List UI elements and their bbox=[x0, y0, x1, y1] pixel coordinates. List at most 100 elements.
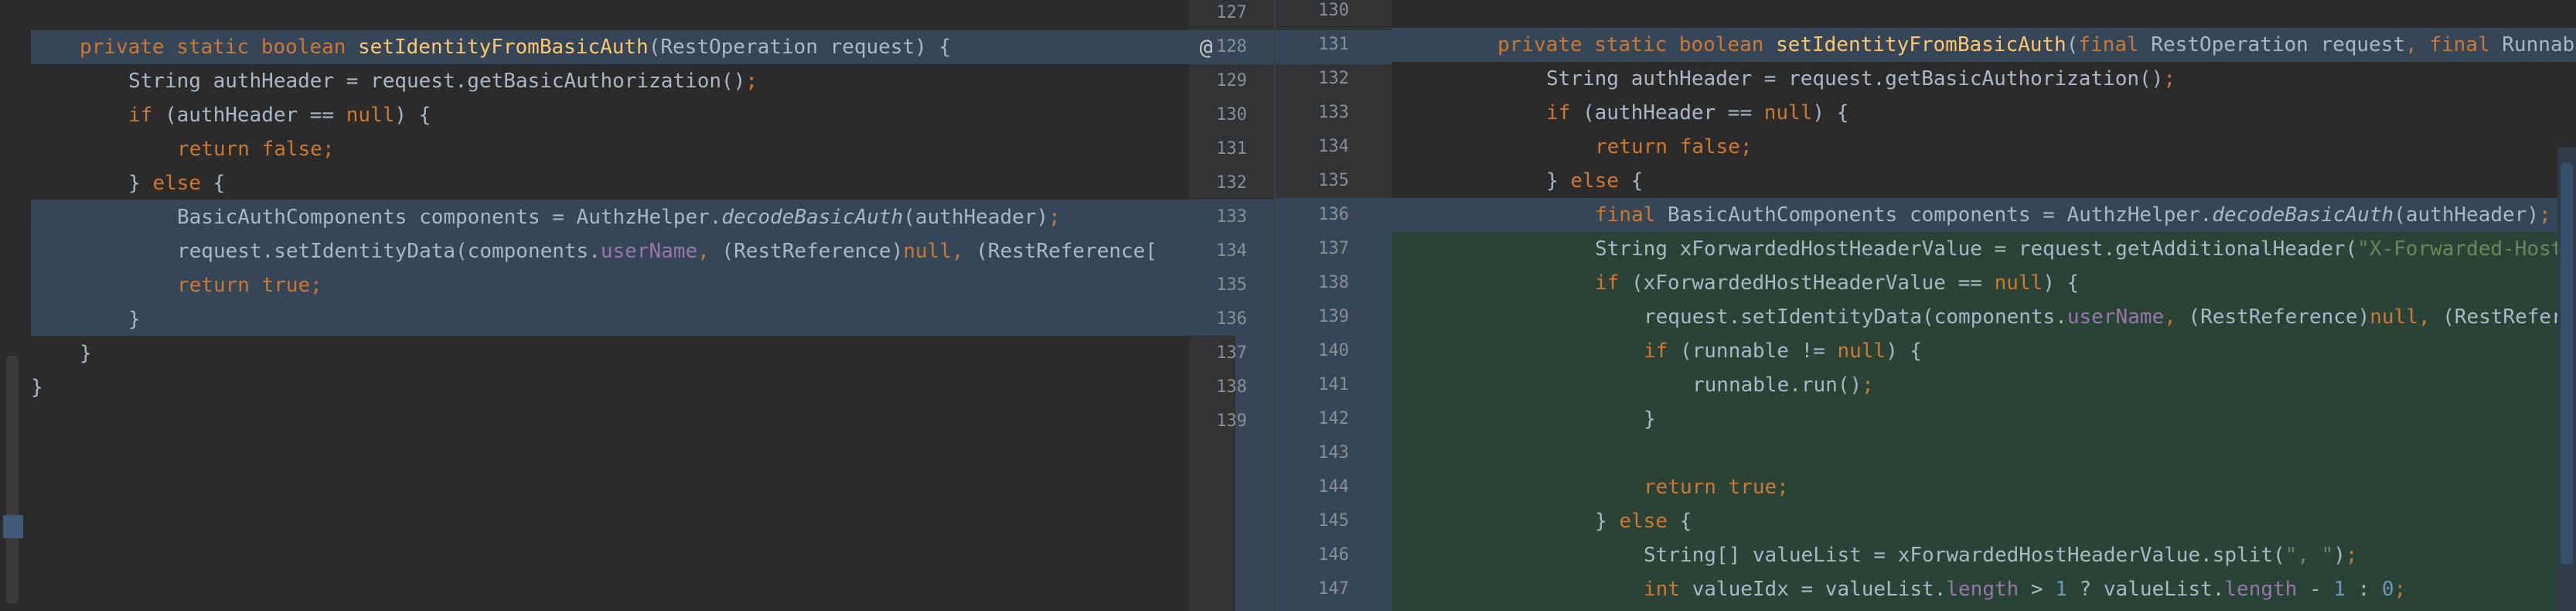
left-code-line[interactable]: private static boolean setIdentityFromBa… bbox=[0, 30, 1189, 64]
left-code-line[interactable]: } bbox=[0, 302, 1189, 336]
right-code-line[interactable]: int valueIdx = valueList.length > 1 ? va… bbox=[1392, 572, 2576, 606]
code-token: length bbox=[1946, 578, 2019, 601]
left-code-line[interactable]: BasicAuthComponents components = AuthzHe… bbox=[0, 200, 1189, 234]
code-token: ) { bbox=[1886, 340, 1923, 363]
code-token: if bbox=[128, 104, 165, 127]
code-text: private static boolean setIdentityFromBa… bbox=[31, 30, 951, 64]
code-text: request.setIdentityData(components.userN… bbox=[1449, 300, 2576, 334]
code-token: null bbox=[1763, 101, 1813, 125]
right-code-line[interactable]: String authHeader = request.getBasicAuth… bbox=[1392, 62, 2576, 96]
code-token: else bbox=[1619, 510, 1680, 533]
left-code-line[interactable]: if (authHeader == null) { bbox=[0, 98, 1189, 132]
right-code-line[interactable]: return false; bbox=[1392, 130, 2576, 164]
right-editor-pane[interactable]: private static boolean setIdentityFromBa… bbox=[1392, 0, 2576, 611]
right-code-line[interactable] bbox=[1392, 436, 2576, 470]
code-token: return false; bbox=[1595, 135, 1753, 159]
code-token: null bbox=[346, 104, 395, 127]
code-token: (RestOperation request) { bbox=[648, 36, 952, 59]
line-number: 136 bbox=[1216, 309, 1247, 329]
code-text: runnable.run(); bbox=[1449, 368, 1874, 402]
code-token: userName bbox=[2067, 306, 2165, 329]
code-token: } bbox=[80, 342, 92, 365]
line-number: 134 bbox=[1318, 137, 1349, 156]
code-token: int bbox=[1644, 578, 1692, 601]
right-code-line[interactable]: } else { bbox=[1392, 164, 2576, 198]
line-number: 137 bbox=[1318, 239, 1349, 258]
code-token: String[] valueList = xForwardedHostHeade… bbox=[1644, 544, 2285, 567]
code-token: return false; bbox=[177, 138, 335, 161]
right-code-line[interactable]: if (authHeader == null) { bbox=[1392, 96, 2576, 130]
line-number: 130 bbox=[1318, 1, 1349, 20]
right-code-line[interactable]: } else { bbox=[1392, 504, 2576, 538]
left-code-line[interactable]: return false; bbox=[0, 132, 1189, 166]
right-line-numbers: 130 131 132 133 134 135 136 137 138 139 140 141 142 1… bbox=[1276, 0, 1392, 611]
code-token: null bbox=[1837, 340, 1886, 363]
code-token: , final bbox=[2405, 33, 2503, 56]
line-number: 143 bbox=[1318, 443, 1349, 463]
right-scroll-thumb[interactable] bbox=[2561, 162, 2573, 565]
left-code-line[interactable]: request.setIdentityData(components.userN… bbox=[0, 234, 1189, 268]
line-number: 140 bbox=[1318, 341, 1349, 360]
left-code-line[interactable]: } bbox=[0, 370, 1189, 404]
code-token: (runnable != bbox=[1679, 340, 1838, 363]
line-number: 136 bbox=[1318, 205, 1349, 224]
code-token: null, bbox=[2370, 306, 2443, 329]
code-token: ? valueList. bbox=[2067, 578, 2225, 601]
right-code-line[interactable]: runnable.run(); bbox=[1392, 368, 2576, 402]
line-number: 137 bbox=[1216, 343, 1247, 363]
code-token: ) { bbox=[1812, 101, 1849, 125]
code-text: } bbox=[1449, 402, 1656, 436]
left-editor-pane[interactable]: private static boolean setIdentityFromBa… bbox=[0, 0, 1189, 611]
right-code-line[interactable]: final BasicAuthComponents components = A… bbox=[1392, 198, 2576, 232]
right-code-line[interactable]: String[] valueList = xForwardedHostHeade… bbox=[1392, 538, 2576, 572]
code-token: 1 bbox=[2333, 578, 2346, 601]
code-token: (authHeader) bbox=[903, 206, 1049, 229]
line-number: 135 bbox=[1216, 275, 1247, 295]
line-number: 129 bbox=[1216, 71, 1247, 90]
right-code-line[interactable]: } bbox=[1392, 402, 2576, 436]
line-number: 130 bbox=[1216, 105, 1247, 125]
code-text: if (authHeader == null) { bbox=[31, 98, 431, 132]
left-code-line[interactable]: } else { bbox=[0, 166, 1189, 200]
left-code-line[interactable]: return true; bbox=[0, 268, 1189, 302]
code-text: } bbox=[31, 370, 43, 404]
code-text: return false; bbox=[1449, 130, 1753, 164]
code-token: final bbox=[2078, 33, 2152, 56]
code-text: int valueIdx = valueList.length > 1 ? va… bbox=[1449, 572, 2406, 606]
line-number: 132 bbox=[1216, 173, 1247, 193]
code-text: if (authHeader == null) { bbox=[1449, 96, 1849, 130]
code-token: (RestReference[ bbox=[976, 240, 1157, 263]
right-code-line[interactable]: String xForwardedHostHeaderValue = reque… bbox=[1392, 232, 2576, 266]
line-number: 127 bbox=[1216, 3, 1247, 22]
code-token: } bbox=[1546, 169, 1571, 193]
line-number: 131 bbox=[1318, 35, 1349, 54]
code-token: ; bbox=[2394, 578, 2407, 601]
code-text: String[] valueList = xForwardedHostHeade… bbox=[1449, 538, 2358, 572]
line-number: 133 bbox=[1318, 103, 1349, 122]
code-text: return false; bbox=[31, 132, 335, 166]
code-token: } bbox=[1595, 510, 1620, 533]
right-code-line[interactable]: request.setIdentityData(components.userN… bbox=[1392, 300, 2576, 334]
code-token: , bbox=[697, 240, 722, 263]
code-token: (authHeader) bbox=[2394, 203, 2539, 227]
code-token: 1 bbox=[2055, 578, 2067, 601]
line-number: 132 bbox=[1318, 69, 1349, 88]
right-code-line[interactable]: if (runnable != null) { bbox=[1392, 334, 2576, 368]
left-scrollbar[interactable] bbox=[6, 356, 19, 603]
right-code-line[interactable]: return true; bbox=[1392, 470, 2576, 504]
code-token: { bbox=[1630, 169, 1644, 193]
line-number: 134 bbox=[1216, 241, 1247, 261]
right-code-line[interactable]: private static boolean setIdentityFromBa… bbox=[1392, 28, 2576, 62]
left-code-line[interactable]: } bbox=[0, 336, 1189, 370]
right-code-line[interactable]: if (xForwardedHostHeaderValue == null) { bbox=[1392, 266, 2576, 300]
code-token: } bbox=[31, 376, 43, 399]
code-token: request.setIdentityData(components. bbox=[177, 240, 601, 263]
line-number: 135 bbox=[1318, 171, 1349, 190]
diff-gutter: 127 128 129 130 131 132 133 134 135 136 137 138 139 … bbox=[1189, 0, 1392, 611]
line-number: 138 bbox=[1216, 377, 1247, 397]
code-token: if bbox=[1644, 340, 1680, 363]
code-token: ) bbox=[2333, 544, 2346, 567]
code-token: (authHeader == bbox=[1582, 101, 1764, 125]
left-code-line[interactable]: String authHeader = request.getBasicAuth… bbox=[0, 64, 1189, 98]
override-at-icon[interactable]: @ bbox=[1189, 30, 1223, 64]
